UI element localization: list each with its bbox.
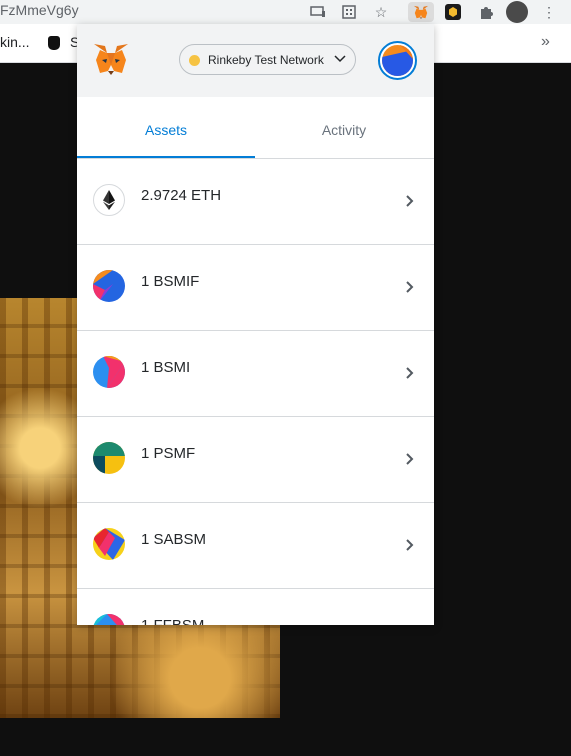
asset-balance: 1 PSMF	[141, 445, 196, 462]
token-identicon	[93, 356, 125, 388]
wallet-extension-icon[interactable]	[443, 2, 463, 22]
metamask-popup: Rinkeby Test Network Assets Activity 2.9…	[77, 24, 434, 625]
profile-avatar[interactable]	[506, 1, 528, 23]
network-selector[interactable]: Rinkeby Test Network	[179, 44, 356, 75]
metamask-fox-logo[interactable]	[93, 43, 129, 77]
chevron-right-icon	[406, 367, 414, 379]
puzzle-extensions-icon[interactable]	[476, 2, 496, 22]
tab-activity[interactable]: Activity	[255, 97, 433, 158]
kebab-menu-icon[interactable]: ⋮	[539, 2, 559, 22]
bookmark-item-text[interactable]: kin...	[0, 34, 30, 50]
asset-balance: 1 BSMI	[141, 359, 191, 376]
chevron-right-icon	[404, 624, 416, 625]
asset-row-bsmif[interactable]: 1 BSMIF	[77, 245, 434, 331]
network-status-dot	[189, 55, 200, 66]
extensions-grid-icon[interactable]	[339, 2, 359, 22]
bookmarks-overflow-button[interactable]: »	[541, 33, 550, 51]
cast-icon[interactable]	[308, 2, 328, 22]
asset-row-sabsm[interactable]: 1 SABSM	[77, 503, 434, 589]
chevron-right-icon	[406, 281, 414, 293]
token-identicon	[93, 614, 125, 625]
metamask-extension-icon[interactable]	[408, 2, 434, 22]
asset-row-eth[interactable]: 2.9724 ETH	[77, 159, 434, 245]
tab-assets[interactable]: Assets	[77, 97, 255, 158]
token-identicon	[93, 442, 125, 474]
account-identicon-button[interactable]	[378, 41, 417, 80]
metamask-header: Rinkeby Test Network	[77, 24, 434, 97]
network-label: Rinkeby Test Network	[208, 53, 324, 67]
asset-balance: 1 BSMIF	[141, 273, 200, 290]
asset-balance: 1 SABSM	[141, 531, 207, 548]
chevron-right-icon	[406, 539, 414, 551]
bookmark-star-icon[interactable]: ☆	[371, 2, 391, 22]
url-text[interactable]: FzMmeVg6y	[0, 2, 79, 18]
asset-balance: 2.9724 ETH	[141, 187, 222, 204]
chevron-down-icon	[334, 55, 346, 63]
asset-tabs: Assets Activity	[77, 97, 434, 159]
chevron-right-icon	[406, 453, 414, 465]
asset-row-bsmi[interactable]: 1 BSMI	[77, 331, 434, 417]
token-identicon	[93, 528, 125, 560]
chevron-right-icon	[406, 195, 414, 207]
ethereum-icon	[93, 184, 125, 216]
account-identicon	[382, 45, 413, 76]
asset-list: 2.9724 ETH 1 BSMIF 1 BSMI 1 PSMF 1 SABSM	[77, 159, 434, 625]
address-bar[interactable]: FzMmeVg6y ☆ ⋮	[0, 0, 571, 24]
asset-balance: 1 FFBSM	[141, 617, 204, 625]
token-identicon	[93, 270, 125, 302]
asset-row-ffbsm[interactable]: 1 FFBSM	[77, 589, 434, 625]
asset-row-psmf[interactable]: 1 PSMF	[77, 417, 434, 503]
bookmark-owl-icon[interactable]	[48, 36, 60, 50]
